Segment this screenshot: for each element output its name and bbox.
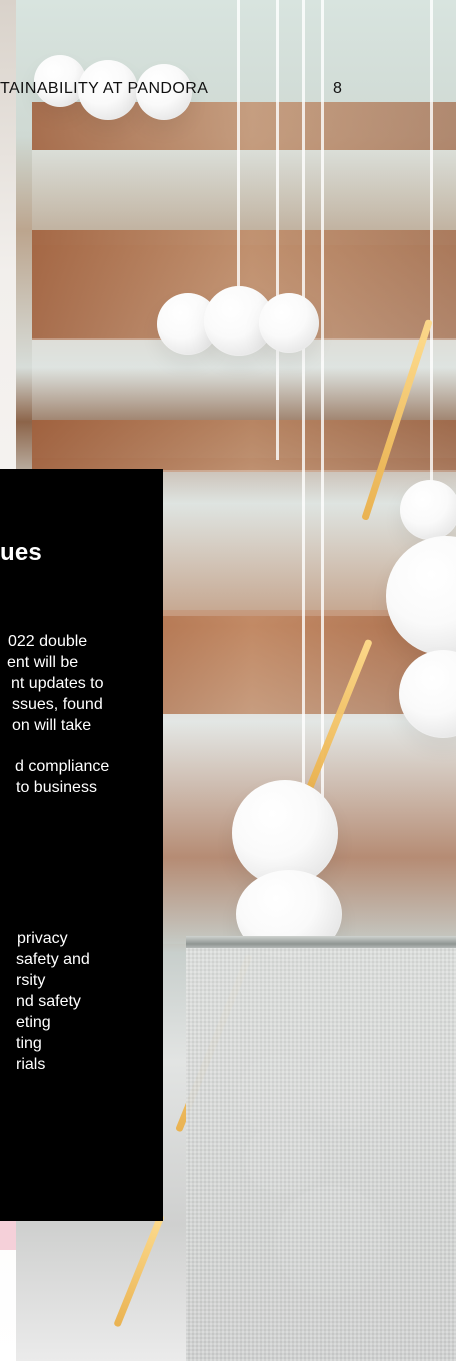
- panel-paragraph-3-line-7: eting: [16, 1014, 51, 1031]
- page-header: TAINABILITY AT PANDORA 8: [0, 80, 456, 104]
- panel-paragraph-2-line-2: to business: [16, 779, 97, 796]
- ball-cluster-upper-3: [259, 293, 319, 353]
- glass-balustrade-mesh: [186, 948, 456, 1361]
- light-strip-4: [113, 1213, 165, 1328]
- panel-paragraph-3-line-2: safety and: [16, 951, 90, 968]
- panel-paragraph-1-line-1: 022 double: [8, 633, 88, 650]
- panel-paragraph-1-line-2: ent will be: [7, 654, 79, 671]
- page-number: 8: [333, 80, 342, 97]
- panel-title: ues: [0, 539, 42, 566]
- panel-paragraph-1-line-5: on will take: [12, 717, 92, 734]
- panel-paragraph-2-line-1: d compliance: [15, 758, 110, 775]
- rope-2: [276, 0, 279, 460]
- panel-paragraph-3-line-1: privacy: [17, 930, 68, 947]
- panel-paragraph-2: d compliance to business: [0, 756, 163, 798]
- panel-paragraph-3-line-6: nd safety: [16, 993, 81, 1010]
- panel-paragraph-3-line-4: rsity: [16, 972, 46, 989]
- panel-paragraph-3: privacy safety and rsity nd safety eting…: [0, 928, 163, 1075]
- panel-paragraph-1-line-3: nt updates to: [11, 675, 104, 692]
- pink-accent-strip: [0, 1221, 16, 1250]
- panel-paragraph-1-line-4: ssues, found: [12, 696, 103, 713]
- panel-paragraph-1: 022 double ent will be nt updates to ssu…: [0, 631, 163, 736]
- text-panel: ues 022 double ent will be nt updates to…: [0, 469, 163, 1221]
- ball-cluster-right-1: [400, 480, 456, 540]
- rope-4: [321, 0, 324, 800]
- panel-paragraph-3-line-8: ting: [16, 1035, 42, 1052]
- panel-paragraph-3-line-9: rials: [16, 1056, 46, 1073]
- section-title: TAINABILITY AT PANDORA: [0, 80, 209, 97]
